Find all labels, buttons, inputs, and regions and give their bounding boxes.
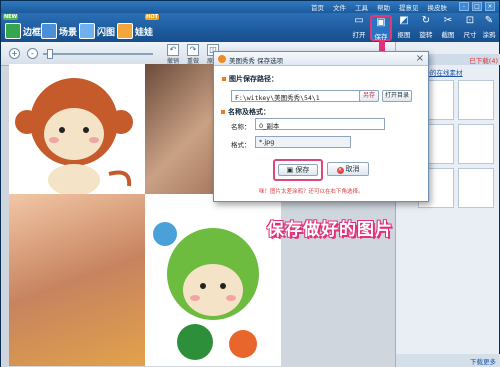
menubar: 首页 文件 工具 帮助 提意见 换皮肤 - □ × <box>1 1 499 13</box>
cutout-icon: ◩ <box>399 15 409 26</box>
menu-home[interactable]: 首页 <box>311 2 324 12</box>
flash-icon <box>79 23 95 39</box>
resize-icon: ⊡ <box>465 15 475 26</box>
app-logo-icon <box>218 55 226 63</box>
tab-scene-label: 场景 <box>59 27 78 38</box>
close-window-button[interactable]: × <box>485 2 495 11</box>
path-section-heading: 图片保存路径： <box>222 74 278 84</box>
monkey-cartoon-drawing <box>15 78 133 194</box>
bullet-icon <box>221 110 225 114</box>
cancel-button[interactable]: × 取消 <box>327 162 369 176</box>
frog-cartoon-image <box>145 194 281 366</box>
size-button[interactable]: ⊡ 尺寸 <box>459 15 481 41</box>
hot-badge: HOT <box>145 14 160 20</box>
confirm-save-label: 保存 <box>295 166 310 174</box>
app-window: 首页 文件 工具 帮助 提意见 换皮肤 - □ × NEW 边框 场景 闪图 H… <box>0 0 500 367</box>
menu-file[interactable]: 文件 <box>333 2 346 12</box>
scissors-icon: ✂ <box>443 15 453 26</box>
frame-icon <box>5 23 21 39</box>
material-footer: 下载更多 <box>396 354 500 367</box>
close-icon[interactable]: × <box>416 53 424 64</box>
name-format-heading-text: 名称及格式： <box>228 108 270 116</box>
new-badge: NEW <box>3 14 19 20</box>
confirm-save-highlight[interactable]: ▣ 保存 <box>273 159 323 181</box>
cancel-icon: × <box>336 167 344 174</box>
maximize-button[interactable]: □ <box>472 2 482 11</box>
undo-icon: ↶ <box>167 44 179 56</box>
save-as-button[interactable]: 另存 <box>359 90 379 102</box>
tab-flash-label: 闪图 <box>97 27 116 38</box>
zoom-out-button[interactable]: - <box>27 48 38 59</box>
menu-feedback[interactable]: 提意见 <box>399 2 419 12</box>
rotate-icon: ↻ <box>421 15 431 26</box>
doll-icon <box>117 23 133 39</box>
menu-tools[interactable]: 工具 <box>355 2 368 12</box>
dialog-title: 美图秀秀 保存选项 <box>229 57 284 65</box>
minimize-button[interactable]: - <box>459 2 469 11</box>
open-label: 打开 <box>352 31 366 39</box>
open-folder-icon: ▭ <box>354 15 364 26</box>
scene-icon <box>41 23 57 39</box>
tab-doll-label: 娃娃 <box>135 27 154 38</box>
screenshot-button[interactable]: ✂ 截图 <box>437 15 459 41</box>
material-thumb[interactable] <box>458 124 494 164</box>
open-directory-button[interactable]: 打开目录 <box>382 90 412 102</box>
bullet-icon <box>222 77 226 81</box>
name-label: 名称： <box>231 123 251 131</box>
screenshot-label: 截图 <box>441 31 455 39</box>
tab-frame[interactable]: NEW 边框 <box>3 14 42 42</box>
menu-help[interactable]: 帮助 <box>377 2 390 12</box>
brush-icon: ✎ <box>484 15 494 26</box>
tab-doll[interactable]: HOT 娃娃 <box>117 14 160 42</box>
cancel-label: 取消 <box>345 165 360 173</box>
format-field[interactable]: *.jpg <box>255 136 351 148</box>
instruction-caption: 保存做好的图片 <box>267 220 393 240</box>
material-thumb[interactable] <box>458 80 494 120</box>
undo-button[interactable]: ↶ 撤销 <box>163 44 183 65</box>
main-toolbar: NEW 边框 场景 闪图 HOT 娃娃 ▭ 打开 ▣ 保存 ◩ 抠图 ↻ 旋转 … <box>1 13 499 42</box>
monkey-cartoon-image <box>9 64 145 194</box>
tab-flash[interactable]: 闪图 <box>79 20 115 42</box>
save-path-field[interactable]: F:\witkey\美图秀秀\54\1 <box>231 90 367 102</box>
paint-label: 涂鸦 <box>482 31 496 39</box>
size-label: 尺寸 <box>463 31 477 39</box>
zoom-slider[interactable] <box>43 49 153 59</box>
cutout-label: 抠图 <box>397 31 411 39</box>
window-controls: - □ × <box>459 2 495 11</box>
save-label: 保存 <box>374 33 388 41</box>
format-label: 格式： <box>231 141 251 149</box>
tab-downloaded[interactable]: 已下载(4) <box>469 55 498 65</box>
rotate-button[interactable]: ↻ 旋转 <box>415 15 437 41</box>
rotate-label: 旋转 <box>419 31 433 39</box>
frog-cartoon-drawing <box>153 222 259 360</box>
open-button[interactable]: ▭ 打开 <box>348 15 370 41</box>
tab-scene[interactable]: 场景 <box>41 20 77 42</box>
menu-skin[interactable]: 换皮肤 <box>428 2 448 12</box>
portrait-photo-2 <box>9 194 145 366</box>
dialog-titlebar[interactable]: 美图秀秀 保存选项 × <box>214 52 428 66</box>
cutout-button[interactable]: ◩ 抠图 <box>393 15 415 41</box>
zoom-in-button[interactable]: + <box>9 48 20 59</box>
redo-icon: ↷ <box>187 44 199 56</box>
redo-button[interactable]: ↷ 重做 <box>183 44 203 65</box>
floppy-disk-icon: ▣ <box>376 17 386 28</box>
filename-input[interactable]: 0_副本 <box>255 118 385 130</box>
confirm-save-button[interactable]: ▣ 保存 <box>278 164 318 176</box>
path-heading-text: 图片保存路径： <box>229 75 278 83</box>
zoom-slider-knob[interactable] <box>47 49 53 59</box>
paint-button[interactable]: ✎ 涂鸦 <box>479 15 499 41</box>
menu-list: 首页 文件 工具 帮助 提意见 换皮肤 <box>311 2 447 12</box>
name-format-heading: 名称及格式： <box>221 107 270 117</box>
tab-frame-label: 边框 <box>23 27 42 38</box>
material-thumb[interactable] <box>458 168 494 208</box>
download-more-link[interactable]: 下载更多 <box>470 356 496 366</box>
save-button[interactable]: ▣ 保存 <box>370 15 392 41</box>
dialog-hint: 咪！图片太差涂鸦？还可以在右下角选择。 <box>259 189 364 195</box>
floppy-disk-icon: ▣ <box>286 166 294 174</box>
